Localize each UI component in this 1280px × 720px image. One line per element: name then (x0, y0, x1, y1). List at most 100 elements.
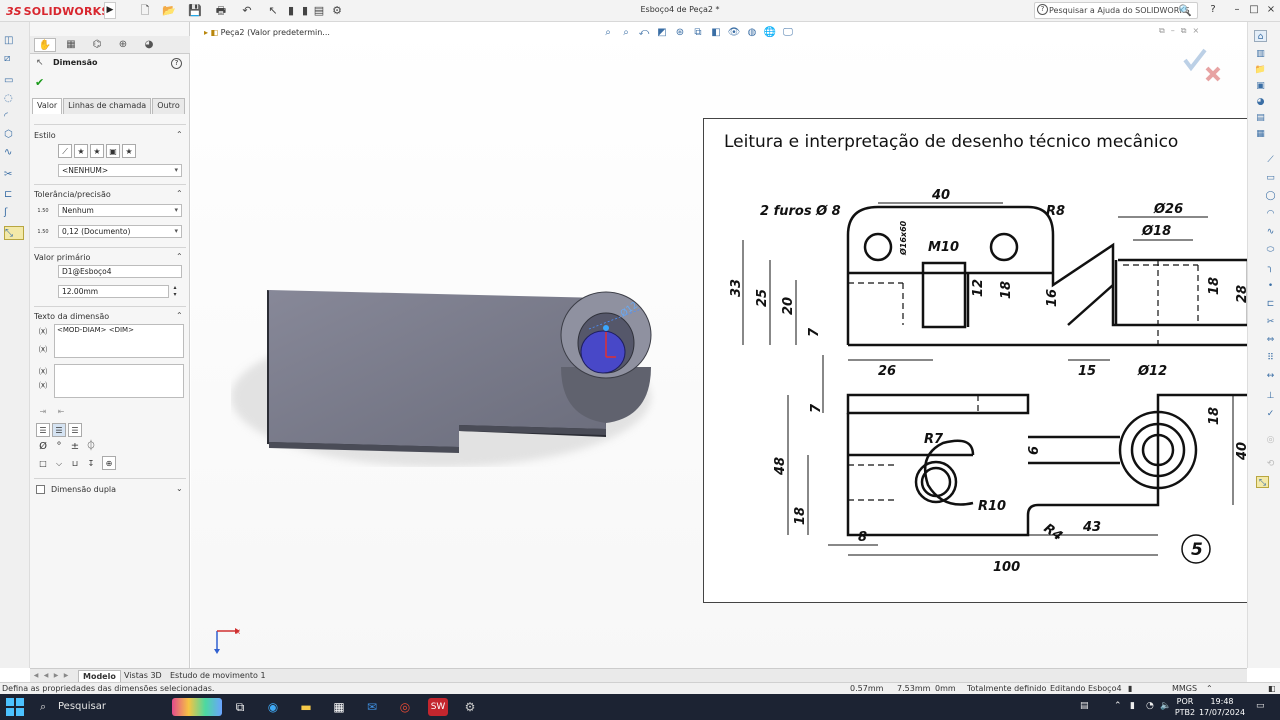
square-symbol-button[interactable]: □ (36, 457, 50, 471)
align-center-button[interactable]: ☰ (52, 423, 66, 437)
align-left-button[interactable]: ☰ (36, 423, 50, 437)
tab-model[interactable]: Modelo (78, 670, 121, 682)
pattern-tool-icon[interactable]: ⠿ (1264, 352, 1277, 364)
traffic-light-icon[interactable]: ▮ (298, 4, 312, 18)
last-tab-icon[interactable]: ▶ (62, 671, 70, 680)
zoom-to-fit-icon[interactable]: ⌕ (601, 26, 615, 40)
view-orientation-icon[interactable]: ⧉ (691, 26, 705, 40)
previous-view-icon[interactable]: ⤺ (637, 26, 651, 40)
mail-icon[interactable]: ✉ (362, 698, 382, 716)
dimension-text-top-field[interactable]: <MOD-DIAM> <DIM> (54, 324, 184, 358)
edge-browser-icon[interactable]: ◉ (263, 698, 283, 716)
repair-tool-icon[interactable]: ✓ (1264, 408, 1277, 420)
text-justify-icon[interactable]: ⇤ (54, 405, 68, 419)
polygon-icon[interactable]: ⬡ (4, 128, 24, 142)
delete-style-icon[interactable]: ★ (90, 144, 104, 158)
circle-tool-icon[interactable]: ◯ (1264, 190, 1277, 202)
add-style-icon[interactable]: ★ (74, 144, 88, 158)
trim-tool-icon[interactable]: ✂ (1264, 316, 1277, 328)
dimension-text-bottom-field[interactable] (54, 364, 184, 398)
spline-tool-icon[interactable]: ∿ (1264, 226, 1277, 238)
load-style-icon[interactable]: ★ (122, 144, 136, 158)
depth-symbol-button[interactable]: ↧ (84, 457, 98, 471)
search-highlight-icon[interactable] (172, 698, 222, 716)
doc-restore-icon[interactable]: ⧉ (1181, 26, 1187, 38)
trim-icon[interactable]: ✂ (4, 168, 24, 182)
mirror-tool-icon[interactable]: ⇔ (1264, 334, 1277, 346)
search-icon[interactable]: 🔍 (1178, 4, 1192, 17)
doc-tile-icon[interactable]: ⧉ (1159, 26, 1165, 38)
rapid-sketch-icon[interactable]: ⟲ (1264, 458, 1277, 470)
print-icon[interactable]: 🖶 (214, 4, 228, 18)
hide-show-icon[interactable]: 👁 (727, 26, 741, 40)
arc-icon[interactable]: ◜ (4, 110, 24, 124)
centerline-symbol-button[interactable]: ⏀ (84, 440, 98, 454)
save-icon[interactable]: 💾 (188, 4, 202, 18)
precision-select[interactable]: 0,12 (Documento) ▾ (58, 225, 182, 238)
dimension-name-field[interactable]: D1@Esboço4 (58, 265, 182, 278)
tolerance-type-select[interactable]: Nenhum ▾ (58, 204, 182, 217)
collapse-chevron-icon[interactable]: ⌃ (176, 189, 183, 198)
network-icon[interactable]: ◔ (1146, 701, 1154, 711)
undo-icon[interactable]: ↶ (240, 4, 254, 18)
tolerance-section-title[interactable]: Tolerância/precisão (34, 190, 111, 199)
save-style-icon[interactable]: ▣ (106, 144, 120, 158)
smart-dimension-icon[interactable]: ◫ (4, 34, 24, 48)
align-right-button[interactable]: ☰ (68, 423, 82, 437)
new-document-icon[interactable]: 🗋 (138, 4, 152, 18)
help-search-input[interactable]: Pesquisar a Ajuda do SOLIDWORKS (1034, 2, 1198, 19)
display-manager-tab[interactable]: ◕ (138, 38, 160, 52)
file-explorer-taskbar-icon[interactable]: ▬ (296, 698, 316, 716)
help-icon[interactable]: ? (171, 58, 182, 69)
property-manager-tab[interactable]: ✋ (34, 38, 56, 52)
quick-snaps-icon[interactable]: ◎ (1264, 434, 1277, 446)
collapse-chevron-icon[interactable]: ⌃ (176, 130, 183, 139)
design-library-icon[interactable]: ▥ (1254, 48, 1267, 60)
collapse-chevron-icon[interactable]: ⌃ (176, 311, 183, 320)
graphics-area[interactable]: ▸ ◧ Peça2 (Valor predetermin... ⌕ ⌕ ⤺ ◩ … (191, 22, 1248, 668)
view-settings-icon[interactable]: 🖵 (781, 26, 795, 40)
configuration-manager-tab[interactable]: ⌬ (86, 38, 108, 52)
tab-other[interactable]: Outro (152, 98, 185, 114)
primary-value-section-title[interactable]: Valor primário (34, 253, 90, 262)
rectangle-tool-icon[interactable]: ▭ (1264, 172, 1277, 184)
rebuild-indicator-icon[interactable]: ▮ (1128, 683, 1132, 694)
file-explorer-icon[interactable]: 📁 (1254, 64, 1267, 76)
dimension-value-field[interactable]: 12.00mm (58, 285, 169, 298)
custom-properties-icon[interactable]: ▤ (1254, 112, 1267, 124)
next-tab-icon[interactable]: ▶ (52, 671, 60, 680)
solidworks-forum-icon[interactable]: ▦ (1254, 128, 1267, 140)
fillet-tool-icon[interactable]: ╮ (1264, 262, 1277, 274)
view-palette-icon[interactable]: ▣ (1254, 80, 1267, 92)
dynamic-annotation-icon[interactable]: ⊛ (673, 26, 687, 40)
more-symbols-button[interactable]: ⊕ (102, 456, 116, 470)
dimxpert-manager-tab[interactable]: ⊕ (112, 38, 134, 52)
maximize-button[interactable]: □ (1247, 3, 1261, 17)
units-dropdown-icon[interactable]: ⌃ (1206, 683, 1213, 694)
expand-chevron-icon[interactable]: ⌄ (176, 484, 183, 493)
task-view-icon[interactable]: ⧉ (230, 698, 250, 716)
sketch-settings-icon[interactable]: ⤡ (1256, 476, 1269, 488)
collapse-chevron-icon[interactable]: ⌃ (176, 252, 183, 261)
display-style-icon[interactable]: ◧ (709, 26, 723, 40)
line-tool-icon[interactable]: ⟋ (1264, 154, 1277, 166)
app-taskbar-icon[interactable]: ⚙ (460, 698, 480, 716)
offset-tool-icon[interactable]: ⊏ (1264, 298, 1277, 310)
doc-minimize-icon[interactable]: – (1171, 26, 1175, 38)
tab-3d-views[interactable]: Vistas 3D (120, 670, 166, 682)
zoom-area-icon[interactable]: ⌕ (619, 26, 633, 40)
tab-value[interactable]: Valor (32, 98, 63, 114)
solidworks-logo[interactable]: 3S SOLIDWORKS (6, 3, 110, 19)
countersink-symbol-button[interactable]: ⌵ (52, 457, 66, 471)
notification-center-icon[interactable]: ▭ (1256, 701, 1265, 711)
rectangle-icon[interactable]: ▭ (4, 74, 24, 88)
file-properties-icon[interactable]: ▤ (312, 4, 326, 18)
solidworks-taskbar-icon[interactable]: SW (428, 698, 448, 716)
arc-tool-icon[interactable]: ◠ (1264, 208, 1277, 220)
ellipse-tool-icon[interactable]: ⬭ (1264, 244, 1277, 256)
edit-appearance-icon[interactable]: ◍ (745, 26, 759, 40)
dimension-text-section-title[interactable]: Texto da dimensão (34, 312, 109, 321)
diameter-symbol-button[interactable]: Ø (36, 440, 50, 454)
move-tool-icon[interactable]: ↔ (1264, 370, 1277, 382)
notification-icon[interactable]: ▤ (1080, 701, 1089, 711)
